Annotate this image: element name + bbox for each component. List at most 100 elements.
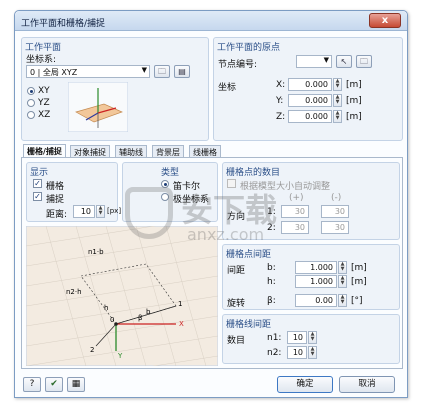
beta-unit: [°] <box>351 296 363 306</box>
dir1-plus-input[interactable]: 30 <box>281 205 309 218</box>
type-cartesian-label: 笛卡尔 <box>173 182 201 192</box>
plane-preview-image <box>68 82 128 132</box>
b-label: b: <box>267 263 276 273</box>
diagram-label-x: X <box>179 320 184 328</box>
snap-checkbox[interactable]: ✓ <box>33 192 42 201</box>
diagram-label-y: Y <box>117 352 123 360</box>
node-number-select[interactable]: ▼ <box>296 55 332 68</box>
dir2-minus-input[interactable]: 30 <box>321 221 349 234</box>
diagram-label-beta: β <box>138 314 142 322</box>
n2-spinner[interactable]: ▲ ▼ <box>308 346 317 359</box>
beta-input[interactable]: 0.00 <box>295 294 337 307</box>
dir1-minus-input[interactable]: 30 <box>321 205 349 218</box>
col-minus-label: (-) <box>331 193 342 203</box>
snap-label: 捕捉 <box>46 195 65 205</box>
tab-panel: 显示 ✓ 栅格 ✓ 捕捉 距离: 10 ▲▼ [px] 类型 笛卡尔 极坐标系 <box>21 157 403 369</box>
tab-grid-snap[interactable]: 栅格/捕捉 <box>23 144 66 157</box>
origin-group: 工作平面的原点 节点编号: ▼ ↖ 🗀 坐标 X: 0.000 ▲ ▼ [m] Y… <box>213 37 403 141</box>
origin-z-unit: [m] <box>346 112 362 122</box>
b-input[interactable]: 1.000 <box>295 261 337 274</box>
n1-input[interactable]: 10 <box>287 331 307 344</box>
distance-label: 距离: <box>46 210 68 220</box>
new-coord-system-button[interactable]: ▤ <box>174 65 190 78</box>
title-bar: 工作平面和栅格/捕捉 x <box>15 11 407 31</box>
type-polar-radio[interactable] <box>161 193 169 201</box>
auto-adjust-checkbox[interactable] <box>227 179 236 188</box>
plane-xz-radio[interactable] <box>27 111 35 119</box>
rotation-label: 旋转 <box>227 299 246 309</box>
origin-x-input[interactable]: 0.000 <box>288 78 332 91</box>
count-label: 数目 <box>227 336 246 346</box>
show-grid-checkbox[interactable]: ✓ <box>33 179 42 188</box>
pick-node-button[interactable]: ↖ <box>336 55 352 68</box>
type-group: 类型 笛卡尔 极坐标系 <box>122 162 218 222</box>
dialog-window: 工作平面和栅格/捕捉 x 工作平面 坐标系: 0 | 全局 XYZ ▼ 🗀 ▤ … <box>14 10 408 398</box>
n1-spinner[interactable]: ▲ ▼ <box>308 331 317 344</box>
display-group: 显示 ✓ 栅格 ✓ 捕捉 距离: 10 ▲ ▼ [px] <box>26 162 121 222</box>
type-cartesian-radio[interactable] <box>161 180 169 188</box>
tab-background[interactable]: 背景层 <box>152 145 184 157</box>
display-header: 显示 <box>30 168 49 178</box>
plane-yz-radio[interactable] <box>27 99 35 107</box>
origin-y-unit: [m] <box>346 96 362 106</box>
distance-input[interactable]: 10 <box>73 205 95 218</box>
grid-points-header: 栅格点的数目 <box>226 168 281 178</box>
diagram-label-2: 2 <box>90 346 94 354</box>
coord-system-select[interactable]: 0 | 全局 XYZ ▼ <box>26 65 150 78</box>
h-unit: [m] <box>351 277 367 287</box>
chevron-down-icon: ▼ <box>323 56 329 64</box>
direction-label: 方向 <box>227 212 246 222</box>
beta-spinner[interactable]: ▲ ▼ <box>338 294 347 307</box>
n1-label: n1: <box>267 333 282 343</box>
n2-input[interactable]: 10 <box>287 346 307 359</box>
h-spinner[interactable]: ▲ ▼ <box>338 275 347 288</box>
plane-xy-radio[interactable] <box>27 87 35 95</box>
b-unit: [m] <box>351 263 367 273</box>
origin-z-label: Z: <box>276 112 286 122</box>
grid-spacing-header: 栅格点间距 <box>226 250 272 260</box>
beta-label: β: <box>267 296 276 306</box>
ok-button[interactable]: 确定 <box>277 376 333 393</box>
diagram-label-n1b: n1·b <box>88 248 104 256</box>
plane-xz-label: XZ <box>38 110 51 120</box>
print-button[interactable]: ▦ <box>67 377 85 392</box>
help-button[interactable]: ? <box>23 377 41 392</box>
origin-z-spinner[interactable]: ▲ ▼ <box>333 110 342 123</box>
auto-adjust-label: 根据模型大小自动调整 <box>240 182 331 192</box>
origin-y-label: Y: <box>276 96 284 106</box>
node-number-label: 节点编号: <box>218 60 258 70</box>
line-spacing-group: 栅格线间距 数目 n1: 10 ▲ ▼ n2: 10 ▲ ▼ <box>222 314 400 364</box>
diagram-label-b: b <box>146 308 151 316</box>
origin-x-unit: [m] <box>346 80 362 90</box>
edit-coord-system-button[interactable]: 🗀 <box>154 65 170 78</box>
origin-y-input[interactable]: 0.000 <box>288 94 332 107</box>
type-header: 类型 <box>161 168 180 178</box>
distance-spinner[interactable]: ▲ ▼ <box>96 205 105 218</box>
tab-guidelines[interactable]: 辅助线 <box>115 145 147 157</box>
n2-label: n2: <box>267 348 282 358</box>
origin-header: 工作平面的原点 <box>217 43 281 53</box>
type-polar-label: 极坐标系 <box>173 195 210 205</box>
cancel-button[interactable]: 取消 <box>339 376 395 393</box>
plane-xy-label: XY <box>38 86 50 96</box>
coord-system-value: 0 | 全局 XYZ <box>30 68 78 77</box>
diagram-label-h: h <box>104 304 108 312</box>
col-plus-label: (+) <box>289 193 304 203</box>
apply-icon-button[interactable]: ✔ <box>45 377 63 392</box>
h-input[interactable]: 1.000 <box>295 275 337 288</box>
tab-line-grid[interactable]: 线栅格 <box>189 145 221 157</box>
open-node-button[interactable]: 🗀 <box>356 55 372 68</box>
close-button[interactable]: x <box>369 13 401 28</box>
tab-object-snap[interactable]: 对象捕捉 <box>70 145 110 157</box>
dir2-plus-input[interactable]: 30 <box>281 221 309 234</box>
h-label: h: <box>267 277 276 287</box>
origin-x-spinner[interactable]: ▲ ▼ <box>333 78 342 91</box>
origin-y-spinner[interactable]: ▲ ▼ <box>333 94 342 107</box>
diagram-label-1: 1 <box>178 300 182 308</box>
b-spinner[interactable]: ▲ ▼ <box>338 261 347 274</box>
show-grid-label: 栅格 <box>46 182 65 192</box>
origin-z-input[interactable]: 0.000 <box>288 110 332 123</box>
grid-diagram-image: n1·b n2·h b h X Y 0 1 2 β <box>26 226 218 366</box>
line-spacing-header: 栅格线间距 <box>226 320 272 330</box>
work-plane-group: 工作平面 坐标系: 0 | 全局 XYZ ▼ 🗀 ▤ XY YZ XZ <box>21 37 209 141</box>
